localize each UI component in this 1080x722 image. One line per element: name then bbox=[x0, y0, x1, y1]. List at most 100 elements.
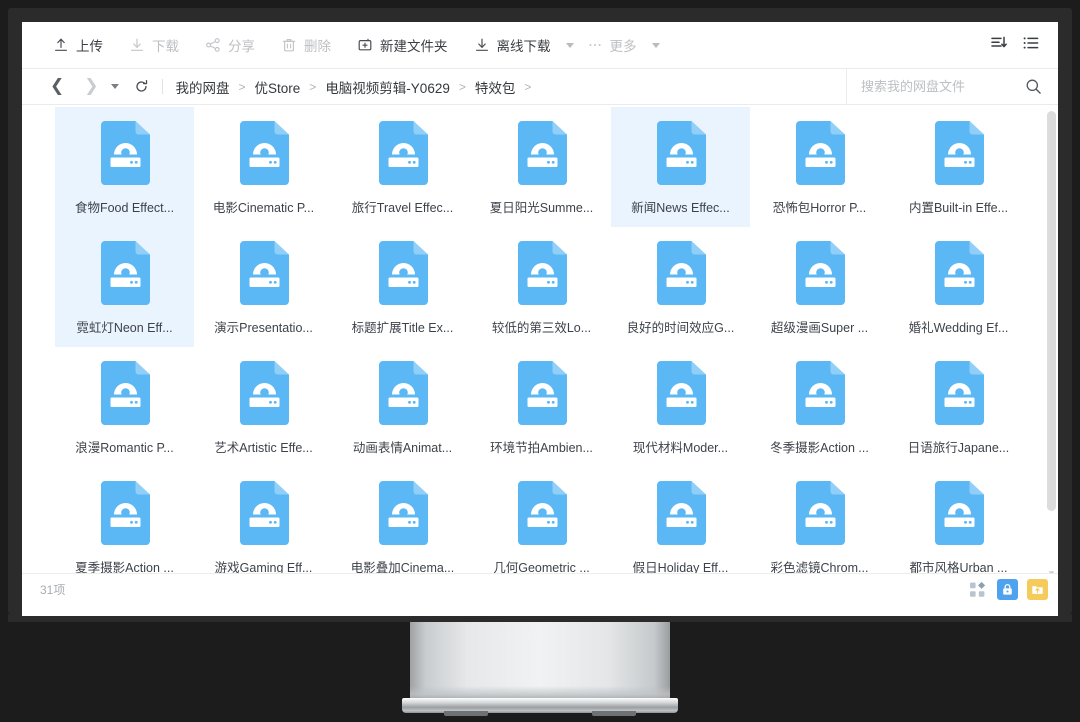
breadcrumb-bar: ❮ ❯ 我的网盘 > 优Store > 电脑视频剪辑-Y0629 > 特效包 > bbox=[22, 68, 1058, 105]
effect-package-file-icon bbox=[792, 359, 848, 427]
more-dots-icon bbox=[587, 37, 603, 53]
effect-package-file-icon bbox=[931, 119, 987, 187]
file-item[interactable]: 环境节拍Ambien... bbox=[472, 347, 611, 467]
file-item[interactable]: 冬季摄影Action ... bbox=[750, 347, 889, 467]
back-button[interactable]: ❮ bbox=[40, 78, 74, 95]
file-item[interactable]: 霓虹灯Neon Eff... bbox=[55, 227, 194, 347]
breadcrumb-item-3[interactable]: 特效包 bbox=[475, 77, 516, 97]
file-name-label: 冬季摄影Action ... bbox=[770, 441, 869, 455]
item-count-label: 31项 bbox=[40, 582, 66, 597]
share-label: 分享 bbox=[228, 39, 255, 54]
breadcrumb-separator: > bbox=[238, 79, 246, 94]
file-item[interactable]: 彩色滤镜Chrom... bbox=[750, 467, 889, 573]
file-item[interactable]: 食物Food Effect... bbox=[55, 107, 194, 227]
file-name-label: 旅行Travel Effec... bbox=[351, 201, 454, 215]
file-item[interactable]: 动画表情Animat... bbox=[333, 347, 472, 467]
forward-button[interactable]: ❯ bbox=[74, 78, 108, 95]
breadcrumb-item-0[interactable]: 我的网盘 bbox=[176, 77, 230, 97]
file-item[interactable]: 新闻News Effec... bbox=[611, 107, 750, 227]
file-item[interactable]: 电影叠加Cinema... bbox=[333, 467, 472, 573]
upload-icon bbox=[53, 37, 69, 53]
file-grid-area: 食物Food Effect... 电影Cinematic P... 旅行Travel… bbox=[22, 105, 1058, 573]
effect-package-file-icon bbox=[236, 119, 292, 187]
offline-download-button[interactable]: 离线下载 bbox=[461, 30, 564, 60]
new-folder-button[interactable]: 新建文件夹 bbox=[344, 30, 461, 60]
file-name-label: 都市风格Urban ... bbox=[909, 561, 1008, 573]
effect-package-file-icon bbox=[931, 359, 987, 427]
file-item[interactable]: 电影Cinematic P... bbox=[194, 107, 333, 227]
list-view-icon[interactable] bbox=[1022, 34, 1040, 57]
monitor-screen: 上传 下载 分享 删除 新建文件夹 离线下载 更多 ❮ ❯ 我的网盘 > 优St… bbox=[22, 22, 1058, 616]
file-item[interactable]: 夏日阳光Summe... bbox=[472, 107, 611, 227]
search-input[interactable] bbox=[861, 79, 1011, 94]
offline-download-caret-icon[interactable] bbox=[565, 42, 574, 48]
file-item[interactable]: 良好的时间效应G... bbox=[611, 227, 750, 347]
lock-icon[interactable] bbox=[997, 578, 1018, 600]
effect-package-file-icon bbox=[931, 479, 987, 547]
file-item[interactable]: 游戏Gaming Eff... bbox=[194, 467, 333, 573]
new-folder-label: 新建文件夹 bbox=[380, 39, 448, 54]
file-name-label: 婚礼Wedding Ef... bbox=[908, 321, 1009, 335]
effect-package-file-icon bbox=[236, 479, 292, 547]
effect-package-file-icon bbox=[97, 359, 153, 427]
refresh-button[interactable] bbox=[134, 79, 149, 94]
offline-download-label: 离线下载 bbox=[496, 39, 551, 54]
file-name-label: 假日Holiday Eff... bbox=[632, 561, 729, 573]
monitor-frame: 上传 下载 分享 删除 新建文件夹 离线下载 更多 ❮ ❯ 我的网盘 > 优St… bbox=[0, 0, 1080, 722]
file-item[interactable]: 假日Holiday Eff... bbox=[611, 467, 750, 573]
more-caret-icon[interactable] bbox=[651, 42, 660, 48]
file-name-label: 几何Geometric ... bbox=[493, 561, 590, 573]
breadcrumb-divider bbox=[161, 79, 163, 94]
file-item[interactable]: 旅行Travel Effec... bbox=[333, 107, 472, 227]
file-manager-app: 上传 下载 分享 删除 新建文件夹 离线下载 更多 ❮ ❯ 我的网盘 > 优St… bbox=[22, 22, 1058, 616]
grid-apps-icon[interactable] bbox=[967, 579, 988, 600]
breadcrumb-item-1[interactable]: 优Store bbox=[255, 77, 301, 97]
download-label: 下载 bbox=[152, 39, 179, 54]
share-button[interactable]: 分享 bbox=[192, 30, 268, 60]
delete-button[interactable]: 删除 bbox=[268, 30, 344, 60]
effect-package-file-icon bbox=[653, 479, 709, 547]
file-item[interactable]: 演示Presentatio... bbox=[194, 227, 333, 347]
sort-descending-icon[interactable] bbox=[990, 34, 1008, 57]
file-item[interactable]: 恐怖包Horror P... bbox=[750, 107, 889, 227]
file-name-label: 现代材料Moder... bbox=[632, 441, 729, 455]
effect-package-file-icon bbox=[97, 239, 153, 307]
file-name-label: 电影Cinematic P... bbox=[212, 201, 315, 215]
file-item[interactable]: 日语旅行Japane... bbox=[889, 347, 1028, 467]
file-item[interactable]: 内置Built-in Effe... bbox=[889, 107, 1028, 227]
file-item[interactable]: 都市风格Urban ... bbox=[889, 467, 1028, 573]
download-button[interactable]: 下载 bbox=[116, 30, 192, 60]
file-item[interactable]: 浪漫Romantic P... bbox=[55, 347, 194, 467]
file-item[interactable]: 婚礼Wedding Ef... bbox=[889, 227, 1028, 347]
effect-package-file-icon bbox=[792, 119, 848, 187]
delete-label: 删除 bbox=[304, 39, 331, 54]
history-dropdown-icon[interactable] bbox=[110, 84, 119, 89]
file-item[interactable]: 艺术Artistic Effe... bbox=[194, 347, 333, 467]
search-icon[interactable] bbox=[1011, 78, 1050, 95]
share-icon bbox=[205, 37, 221, 53]
scrollbar-thumb[interactable] bbox=[1047, 111, 1056, 511]
status-actions bbox=[967, 578, 1048, 600]
scrollbar-down-arrow[interactable] bbox=[1047, 564, 1056, 573]
monitor-stand-neck bbox=[410, 622, 670, 700]
more-button[interactable]: 更多 bbox=[574, 30, 650, 60]
file-item[interactable]: 标题扩展Title Ex... bbox=[333, 227, 472, 347]
breadcrumb-item-2[interactable]: 电脑视频剪辑-Y0629 bbox=[325, 77, 450, 97]
file-item[interactable]: 较低的第三效Lo... bbox=[472, 227, 611, 347]
effect-package-file-icon bbox=[653, 359, 709, 427]
file-item[interactable]: 夏季摄影Action ... bbox=[55, 467, 194, 573]
search-box bbox=[846, 68, 1050, 105]
file-name-label: 新闻News Effec... bbox=[631, 201, 730, 215]
file-name-label: 演示Presentatio... bbox=[214, 321, 313, 335]
file-grid: 食物Food Effect... 电影Cinematic P... 旅行Travel… bbox=[22, 105, 1058, 573]
status-bar: 31项 bbox=[22, 573, 1058, 604]
file-item[interactable]: 现代材料Moder... bbox=[611, 347, 750, 467]
upload-button[interactable]: 上传 bbox=[40, 30, 116, 60]
file-item[interactable]: 超级漫画Super ... bbox=[750, 227, 889, 347]
folder-upload-icon[interactable] bbox=[1027, 578, 1048, 600]
file-item[interactable]: 几何Geometric ... bbox=[472, 467, 611, 573]
effect-package-file-icon bbox=[792, 239, 848, 307]
file-name-label: 良好的时间效应G... bbox=[626, 321, 735, 335]
file-name-label: 电影叠加Cinema... bbox=[350, 561, 455, 573]
offline-download-icon bbox=[474, 37, 490, 53]
